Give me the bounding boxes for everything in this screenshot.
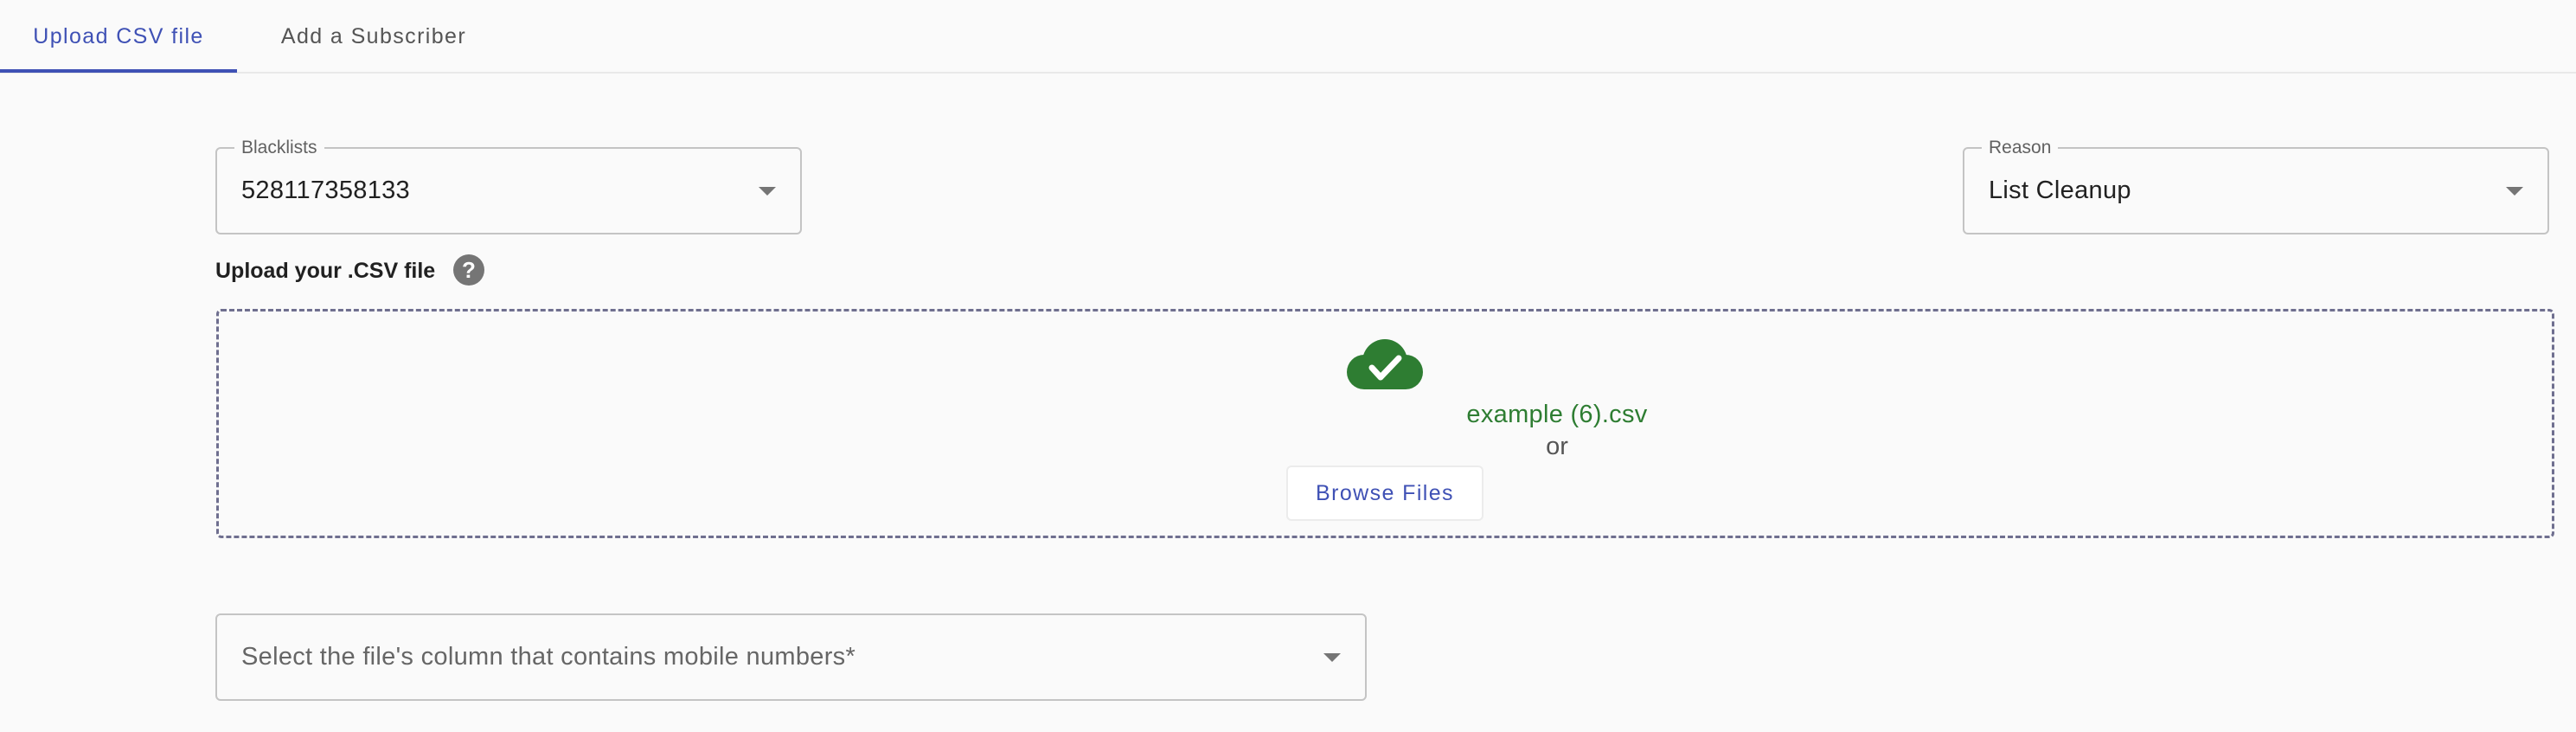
help-icon-glyph: ? <box>462 256 476 283</box>
browse-files-button[interactable]: Browse Files <box>1286 466 1483 521</box>
blacklists-select[interactable]: Blacklists 528117358133 <box>215 138 802 234</box>
or-separator: or <box>1546 433 1568 460</box>
mobile-column-select[interactable]: Select the file's column that contains m… <box>215 613 1367 701</box>
tab-add-subscriber[interactable]: Add a Subscriber <box>237 0 510 74</box>
reason-select[interactable]: Reason List Cleanup <box>1963 138 2549 234</box>
blacklists-value: 528117358133 <box>241 177 410 204</box>
chevron-down-icon <box>2506 186 2523 196</box>
help-icon[interactable]: ? <box>453 254 484 286</box>
chevron-down-icon <box>759 186 776 196</box>
tab-upload-csv-label: Upload CSV file <box>33 24 204 48</box>
mobile-column-placeholder: Select the file's column that contains m… <box>241 643 856 671</box>
chevron-down-icon <box>1323 652 1341 662</box>
tab-upload-csv[interactable]: Upload CSV file <box>0 0 237 74</box>
uploaded-file-name: example (6).csv <box>1466 401 1648 428</box>
cloud-check-icon <box>1347 339 1423 389</box>
tab-add-subscriber-label: Add a Subscriber <box>280 24 467 48</box>
upload-heading: Upload your .CSV file <box>215 258 436 283</box>
active-tab-indicator <box>0 69 237 73</box>
reason-value: List Cleanup <box>1989 177 2131 204</box>
page: Upload CSV file Add a Subscriber Blackli… <box>0 0 2576 732</box>
tab-bar: Upload CSV file Add a Subscriber <box>0 0 2576 74</box>
